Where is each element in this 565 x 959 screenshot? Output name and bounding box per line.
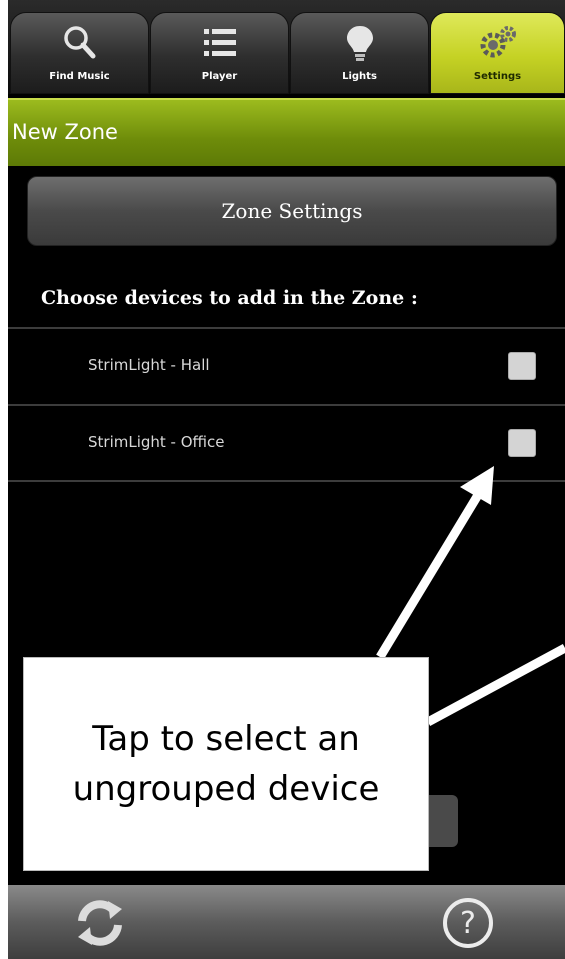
tab-settings[interactable]: Settings (430, 12, 565, 94)
tab-label: Settings (473, 71, 522, 82)
tab-label: Player (201, 71, 238, 82)
gears-icon (431, 23, 564, 63)
device-name: StrimLight - Hall (88, 356, 210, 374)
callout-text: Tap to select an ungrouped device (72, 719, 380, 809)
bottom-bar: ? (8, 885, 565, 959)
svg-text:?: ? (460, 906, 476, 941)
refresh-icon[interactable] (72, 895, 128, 951)
tab-label: Lights (342, 71, 377, 82)
device-row-office[interactable]: StrimLight - Office (8, 407, 565, 479)
search-icon (11, 23, 148, 63)
divider (8, 327, 565, 329)
tab-find-music[interactable]: Find Music (10, 12, 149, 94)
choose-devices-label: Choose devices to add in the Zone : (41, 287, 418, 309)
app-screen: Find Music Player Lights Settings New Zo… (8, 0, 565, 959)
tab-player[interactable]: Player (150, 12, 289, 94)
device-name: StrimLight - Office (88, 433, 225, 451)
device-checkbox[interactable] (508, 352, 536, 380)
tab-lights[interactable]: Lights (290, 12, 429, 94)
callout-box: Tap to select an ungrouped device (23, 657, 429, 871)
device-row-hall[interactable]: StrimLight - Hall (8, 330, 565, 402)
divider (8, 404, 565, 406)
divider (8, 480, 565, 482)
list-icon (151, 23, 288, 63)
device-checkbox[interactable] (508, 429, 536, 457)
zone-header: New Zone (8, 98, 565, 166)
lightbulb-icon (291, 23, 428, 63)
tab-label: Find Music (49, 71, 110, 82)
zone-settings-button[interactable]: Zone Settings (27, 176, 557, 246)
help-icon[interactable]: ? (440, 895, 496, 951)
tab-bar: Find Music Player Lights Settings (8, 0, 565, 94)
page-title: New Zone (12, 120, 118, 144)
